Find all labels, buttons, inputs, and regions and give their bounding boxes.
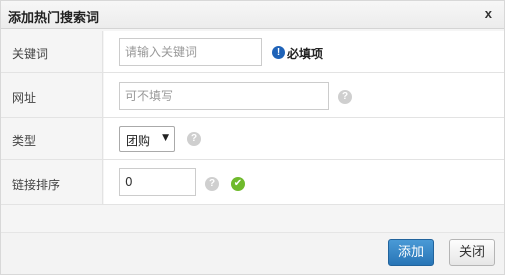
label-cell: 类型: [1, 118, 103, 159]
close-icon[interactable]: x: [485, 6, 492, 21]
form-row-sort: 链接排序 ? ✔: [1, 160, 504, 205]
field-cell: ! 必填项: [104, 31, 504, 72]
label-cell: 关键词: [1, 31, 103, 72]
help-icon[interactable]: ?: [338, 90, 352, 104]
field-cell: ?: [104, 73, 504, 117]
form-row-keyword: 关键词 ! 必填项: [1, 31, 504, 73]
close-button[interactable]: 关闭: [449, 239, 495, 266]
field-cell: 团购 ▼ ?: [104, 118, 504, 159]
help-icon[interactable]: ?: [187, 132, 201, 146]
label-cell: 链接排序: [1, 160, 103, 204]
add-button[interactable]: 添加: [388, 239, 434, 266]
sort-label: 链接排序: [12, 178, 61, 192]
type-select-value: 团购: [126, 134, 151, 148]
field-cell: ? ✔: [104, 160, 504, 204]
label-cell: 网址: [1, 73, 103, 117]
keyword-label: 关键词: [12, 47, 49, 61]
url-label: 网址: [12, 91, 37, 105]
keyword-input[interactable]: [119, 38, 262, 66]
check-icon: ✔: [231, 177, 245, 191]
dialog-title: 添加热门搜索词: [8, 11, 100, 26]
add-hot-search-dialog: 添加热门搜索词 x 关键词 ! 必填项 网址 ? 类型: [0, 0, 505, 275]
dialog-titlebar: 添加热门搜索词 x: [1, 1, 504, 29]
sort-input[interactable]: [119, 168, 196, 196]
help-icon[interactable]: ?: [205, 177, 219, 191]
form-area: 关键词 ! 必填项 网址 ? 类型 团购: [1, 29, 504, 233]
chevron-down-icon: ▼: [162, 133, 169, 143]
form-row-type: 类型 团购 ▼ ?: [1, 118, 504, 160]
type-label: 类型: [12, 134, 37, 148]
url-input[interactable]: [119, 82, 329, 110]
type-select[interactable]: 团购 ▼: [119, 126, 175, 152]
required-hint: 必填项: [287, 47, 324, 61]
info-icon: !: [272, 46, 285, 59]
form-row-url: 网址 ?: [1, 73, 504, 118]
dialog-footer: 添加 关闭: [1, 233, 504, 274]
